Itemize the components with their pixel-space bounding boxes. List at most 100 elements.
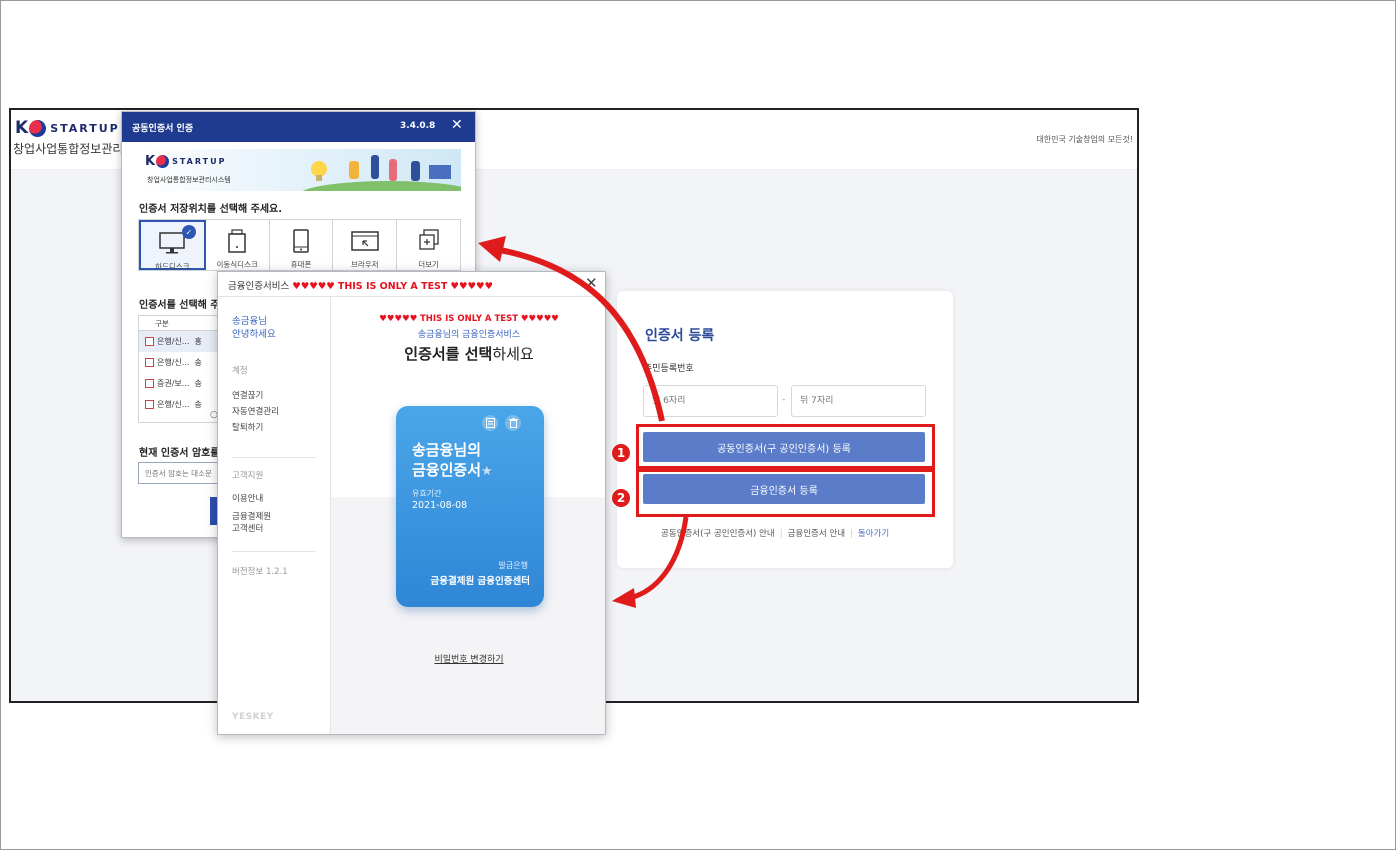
rrn-back-input[interactable] (791, 385, 926, 417)
cert-card-title: 송금융님의 금융인증서★ (412, 440, 493, 482)
trash-icon[interactable] (505, 415, 521, 431)
cert-owner: 송 (194, 379, 202, 388)
certificate-icon (145, 379, 154, 388)
hearts-right: ♥♥♥♥♥ (520, 314, 559, 324)
cert-type: 은행/신... (157, 337, 190, 346)
link-separator: | (779, 529, 783, 539)
rrn-separator: - (782, 395, 786, 405)
storage-option-harddisk[interactable]: ✓ 하드디스크 (139, 220, 206, 271)
change-password-link[interactable]: 비밀번호 변경하기 (331, 652, 605, 665)
greeting-text: 안녕하세요 (232, 329, 276, 340)
heading-bold: 인증서를 선택 (404, 345, 493, 363)
heading-rest: 하세요 (492, 345, 534, 363)
sidebar-item-autoconnect[interactable]: 자동연결관리 (232, 406, 279, 418)
joint-dialog-version: 3.4.0.8 (400, 121, 436, 131)
validity-date: 2021-08-08 (412, 500, 468, 511)
cert-owner: 송 (194, 400, 202, 409)
finance-cert-guide-link[interactable]: 금융인증서 안내 (788, 529, 845, 539)
storage-label: 하드디스크 (155, 262, 190, 271)
sidebar-section-account: 계정 (232, 366, 248, 376)
issuer-label: 발급은행 (498, 561, 528, 570)
banner-subtitle: 창업사업통합정보관리시스템 (147, 176, 231, 184)
finance-dialog-titlebar: 금융인증서비스 ♥♥♥♥♥ THIS IS ONLY A TEST ♥♥♥♥♥ … (218, 272, 605, 297)
storage-label: 이동식디스크 (216, 260, 258, 269)
callout-number-2: 2 (611, 488, 631, 508)
link-separator: | (850, 529, 853, 539)
storage-option-phone[interactable]: 휴대폰 (269, 220, 334, 270)
kstartup-logo[interactable]: K STARTUP (15, 118, 120, 138)
greeting-name: 송금융님 (232, 316, 267, 327)
version-info: 버전정보 1.2.1 (232, 567, 288, 577)
banner-illustration (302, 155, 461, 191)
close-icon[interactable]: ✕ (451, 117, 463, 133)
validity-label: 유효기간 (412, 489, 442, 498)
password-heading: 현재 인증서 암호를 (139, 448, 220, 459)
joint-dialog-banner: K STARTUP 창업사업통합정보관리시스템 (139, 149, 461, 191)
logo-circle-icon (29, 119, 47, 137)
hearts-left: ♥♥♥♥♥ (379, 314, 418, 324)
sidebar-section-support: 고객지원 (232, 471, 264, 481)
registration-links: 공동인증서(구 공인인증서) 안내 | 금융인증서 안내 | 돌아가기 (661, 527, 889, 539)
hearts-left: ♥♥♥♥♥ (292, 281, 335, 292)
select-cert-heading: 인증서를 선택해 주 (139, 300, 220, 311)
select-cert-heading: 인증서를 선택하세요 (331, 343, 605, 364)
finance-dialog-title: 금융인증서비스 ♥♥♥♥♥ THIS IS ONLY A TEST ♥♥♥♥♥ (228, 278, 493, 292)
storage-option-more[interactable]: 더보기 (397, 220, 460, 270)
banner-logo-k: K (145, 154, 156, 169)
yeskey-logo: YESKEY (232, 712, 274, 722)
storage-label: 휴대폰 (290, 260, 312, 269)
storage-option-browser[interactable]: 브라우저 (333, 220, 398, 270)
storage-heading: 인증서 저장위치를 선택해 주세요. (139, 204, 283, 215)
sidebar-divider (232, 457, 316, 458)
customer-center-line2: 고객센터 (232, 524, 264, 534)
cert-owner: 홍 (194, 337, 202, 346)
removable-disk-icon (228, 229, 246, 253)
joint-cert-guide-link[interactable]: 공동인증서(구 공인인증서) 안내 (661, 529, 775, 539)
banner-kstartup-logo: K STARTUP (145, 154, 226, 169)
storage-label: 더보기 (418, 260, 439, 269)
close-icon[interactable]: ✕ (585, 274, 598, 292)
test-banner-text: THIS IS ONLY A TEST (337, 281, 448, 292)
joint-dialog-titlebar: 공동인증서 인증 3.4.0.8 ✕ (122, 112, 475, 142)
banner-logo-circle-icon (156, 155, 170, 168)
document-icon[interactable] (482, 415, 498, 431)
logo-k-letter: K (15, 118, 29, 138)
user-greeting: 송금융님 안녕하세요 (232, 315, 276, 341)
callout-number-1: 1 (611, 443, 631, 463)
registration-title: 인증서 등록 (645, 328, 715, 344)
rrn-label: 주민등록번호 (644, 364, 694, 374)
certificate-icon (145, 400, 154, 409)
cert-type: 은행/신... (157, 358, 190, 367)
sidebar-item-customer-center[interactable]: 금융결제원 고객센터 (232, 511, 271, 535)
rrn-front-input[interactable] (643, 385, 778, 417)
more-icon (418, 229, 439, 250)
check-icon: ✓ (181, 225, 196, 239)
customer-center-line1: 금융결제원 (232, 512, 272, 522)
banner-logo-wordmark: STARTUP (172, 157, 227, 166)
callout-highlight-2 (636, 469, 935, 517)
star-icon: ★ (481, 464, 493, 479)
phone-icon (293, 229, 309, 253)
finance-main: ♥♥♥♥♥ THIS IS ONLY A TEST ♥♥♥♥♥ 송금융님의 금융… (331, 297, 605, 734)
finance-sidebar: 송금융님 안녕하세요 계정 연결끊기 자동연결관리 탈퇴하기 고객지원 이용안내… (218, 297, 331, 734)
hearts-right: ♥♥♥♥♥ (450, 281, 494, 292)
storage-options: ✓ 하드디스크 이동식디스크 휴대폰 브라우저 더보기 (138, 219, 461, 271)
issuer-name: 금융결제원 금융인증센터 (430, 576, 530, 587)
site-tagline: 대한민국 기술창업의 모든것! (1036, 135, 1133, 144)
callout-highlight-1 (636, 424, 935, 469)
sidebar-item-withdraw[interactable]: 탈퇴하기 (232, 422, 263, 434)
certificate-icon (145, 337, 154, 346)
sidebar-divider (232, 551, 316, 552)
storage-option-removable[interactable]: 이동식디스크 (205, 220, 270, 270)
cert-type: 증권/보... (157, 379, 190, 388)
logo-wordmark: STARTUP (50, 121, 120, 135)
cert-owner: 송 (194, 358, 202, 367)
test-notice-text: THIS IS ONLY A TEST (419, 314, 518, 324)
back-link[interactable]: 돌아가기 (858, 529, 889, 539)
finance-cert-card[interactable]: 송금융님의 금융인증서★ 유효기간 2021-08-08 발급은행 금융결제원 … (396, 406, 544, 607)
sidebar-item-disconnect[interactable]: 연결끊기 (232, 390, 263, 402)
certificate-icon (145, 358, 154, 367)
cert-owner-line: 송금융님의 (412, 441, 482, 459)
joint-dialog-title: 공동인증서 인증 (132, 124, 194, 134)
sidebar-item-guide[interactable]: 이용안내 (232, 493, 263, 505)
